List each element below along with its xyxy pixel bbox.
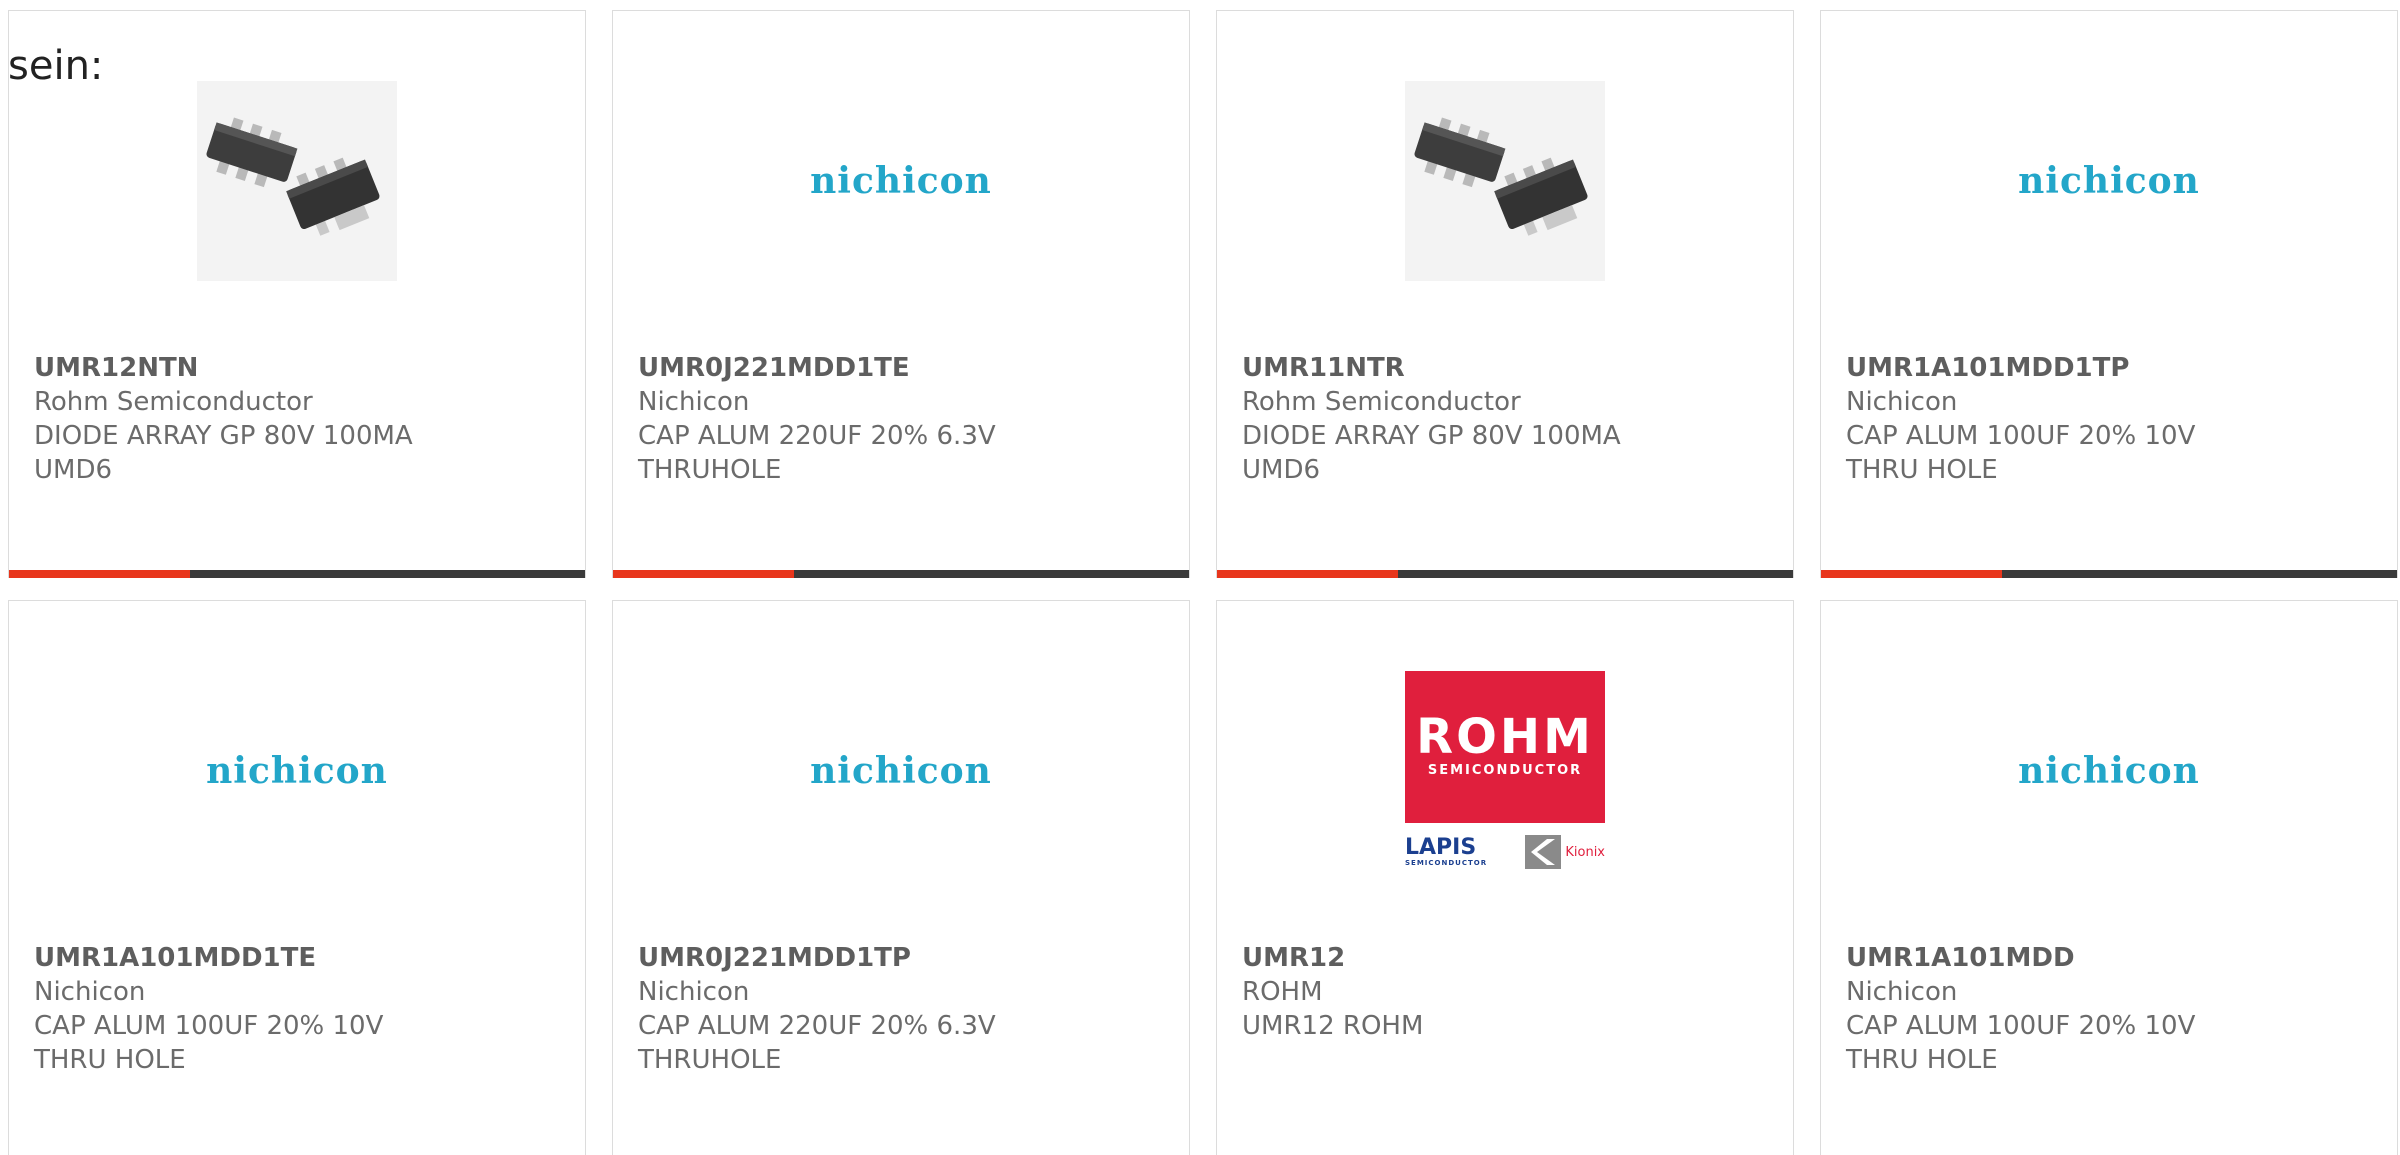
product-info: UMR1A101MDD1TP Nichicon CAP ALUM 100UF 20%… xyxy=(1846,351,2372,487)
product-info: UMR12NTN Rohm Semiconductor DIODE ARRAY GP… xyxy=(34,351,560,487)
intro-text: sein: xyxy=(8,43,104,89)
kionix-logo-text: Kionix xyxy=(1565,844,1605,860)
part-number-link[interactable]: UMR1A101MDD1TP xyxy=(1846,351,2372,385)
product-description: CAP ALUM 220UF 20% 6.3V THRUHOLE xyxy=(638,421,996,485)
product-description: DIODE ARRAY GP 80V 100MA UMD6 xyxy=(34,421,413,485)
card-accent-bar xyxy=(1821,570,2397,578)
product-card[interactable]: nichicon UMR1A101MDD1TE Nichicon CAP ALUM 1… xyxy=(8,600,586,1155)
manufacturer-name: Nichicon xyxy=(638,387,750,417)
product-image[interactable]: nichicon xyxy=(9,671,585,871)
card-accent-bar-fill xyxy=(1217,570,1399,578)
chip-photo-icon xyxy=(1405,81,1605,281)
manufacturer-name: Nichicon xyxy=(1846,387,1958,417)
rohm-logo-word: ROHM xyxy=(1416,709,1594,765)
card-accent-bar-fill xyxy=(1821,570,2003,578)
product-results-page: sein: UMR12NTNRohm SemiconductorDIODE xyxy=(0,0,2400,1155)
card-accent-bar-fill xyxy=(613,570,795,578)
product-grid: UMR12NTN Rohm Semiconductor DIODE ARRAY GP… xyxy=(8,10,2400,1155)
rohm-logo: ROHM SEMICONDUCTOR LAPIS SEMICONDUCTOR Kioni… xyxy=(1405,671,1605,871)
card-accent-bar-fill xyxy=(9,570,191,578)
product-info: UMR1A101MDD Nichicon CAP ALUM 100UF 20% 10… xyxy=(1846,941,2372,1077)
nichicon-logo: nichicon xyxy=(2018,750,2200,792)
nichicon-logo: nichicon xyxy=(206,750,388,792)
manufacturer-name: ROHM xyxy=(1242,977,1323,1007)
lapis-logo: LAPIS SEMICONDUCTOR xyxy=(1405,834,1488,868)
product-description: CAP ALUM 100UF 20% 10V THRU HOLE xyxy=(1846,1011,2196,1075)
product-description: CAP ALUM 100UF 20% 10V THRU HOLE xyxy=(1846,421,2196,485)
lapis-logo-subtext: SEMICONDUCTOR xyxy=(1405,858,1488,867)
rohm-logo-block: ROHM SEMICONDUCTOR xyxy=(1405,671,1605,823)
part-number-link[interactable]: UMR0J221MDD1TE xyxy=(638,351,1164,385)
product-card[interactable]: nichicon UMR0J221MDD1TP Nichicon CAP ALUM 2… xyxy=(612,600,1190,1155)
card-accent-bar xyxy=(613,570,1189,578)
manufacturer-name: Nichicon xyxy=(34,977,146,1007)
product-description: DIODE ARRAY GP 80V 100MA UMD6 xyxy=(1242,421,1621,485)
kionix-logo: Kionix xyxy=(1525,835,1605,869)
chip-photo-icon xyxy=(197,81,397,281)
product-description: CAP ALUM 220UF 20% 6.3V THRUHOLE xyxy=(638,1011,996,1075)
manufacturer-name: Rohm Semiconductor xyxy=(1242,387,1521,417)
manufacturer-name: Nichicon xyxy=(1846,977,1958,1007)
part-number-link[interactable]: UMR11NTR xyxy=(1242,351,1768,385)
lapis-logo-word: LAPIS xyxy=(1405,834,1477,860)
card-accent-bar xyxy=(9,570,585,578)
part-number-link[interactable]: UMR1A101MDD1TE xyxy=(34,941,560,975)
product-card[interactable]: ROHM SEMICONDUCTOR LAPIS SEMICONDUCTOR Kioni… xyxy=(1216,600,1794,1155)
part-number-link[interactable]: UMR12NTN xyxy=(34,351,560,385)
product-image[interactable]: ROHM SEMICONDUCTOR LAPIS SEMICONDUCTOR Kioni… xyxy=(1217,671,1793,871)
product-card[interactable]: nichicon UMR0J221MDD1TE Nichicon CAP ALUM 2… xyxy=(612,10,1190,578)
product-info: UMR0J221MDD1TP Nichicon CAP ALUM 220UF 20%… xyxy=(638,941,1164,1077)
part-number-link[interactable]: UMR0J221MDD1TP xyxy=(638,941,1164,975)
partner-logos: LAPIS SEMICONDUCTOR Kionix xyxy=(1405,833,1605,871)
product-info: UMR1A101MDD1TE Nichicon CAP ALUM 100UF 20%… xyxy=(34,941,560,1077)
part-number-link[interactable]: UMR1A101MDD xyxy=(1846,941,2372,975)
kionix-mark-icon xyxy=(1525,835,1562,869)
product-info: UMR12 ROHM UMR12 ROHM xyxy=(1242,941,1768,1043)
nichicon-logo: nichicon xyxy=(2018,160,2200,202)
product-description: CAP ALUM 100UF 20% 10V THRU HOLE xyxy=(34,1011,384,1075)
manufacturer-name: Nichicon xyxy=(638,977,750,1007)
nichicon-logo: nichicon xyxy=(810,160,992,202)
product-card[interactable]: nichicon UMR1A101MDD1TP Nichicon CAP ALUM 1… xyxy=(1820,10,2398,578)
part-number-link[interactable]: UMR12 xyxy=(1242,941,1768,975)
product-image[interactable]: nichicon xyxy=(613,671,1189,871)
product-info: UMR0J221MDD1TE Nichicon CAP ALUM 220UF 20%… xyxy=(638,351,1164,487)
nichicon-logo: nichicon xyxy=(810,750,992,792)
product-card[interactable]: UMR12NTN Rohm Semiconductor DIODE ARRAY GP… xyxy=(8,10,586,578)
product-image[interactable] xyxy=(9,81,585,281)
rohm-logo-subtext: SEMICONDUCTOR xyxy=(1427,763,1583,778)
product-info: UMR11NTR Rohm Semiconductor DIODE ARRAY GP… xyxy=(1242,351,1768,487)
manufacturer-name: Rohm Semiconductor xyxy=(34,387,313,417)
product-image[interactable]: nichicon xyxy=(1821,671,2397,871)
product-card[interactable]: UMR11NTR Rohm Semiconductor DIODE ARRAY GP… xyxy=(1216,10,1794,578)
card-accent-bar xyxy=(1217,570,1793,578)
product-image[interactable] xyxy=(1217,81,1793,281)
product-description: UMR12 ROHM xyxy=(1242,1011,1424,1041)
product-card[interactable]: nichicon UMR1A101MDD Nichicon CAP ALUM 100U… xyxy=(1820,600,2398,1155)
product-image[interactable]: nichicon xyxy=(1821,81,2397,281)
product-image[interactable]: nichicon xyxy=(613,81,1189,281)
